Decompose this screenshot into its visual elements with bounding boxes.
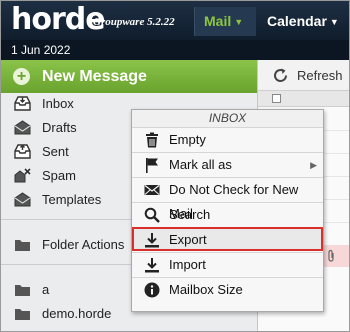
sidebar-item-label: demo.horde [42, 306, 112, 321]
chevron-down-icon: ▼ [329, 17, 339, 27]
tab-calendar[interactable]: Calendar ▼ [258, 7, 349, 36]
new-message-button[interactable]: + New Message [1, 60, 257, 93]
menu-item-label: Mailbox Size [169, 282, 243, 297]
version-label: Groupware 5.2.22 [93, 16, 175, 28]
sidebar-item-label: a [42, 282, 50, 297]
menu-item-mailbox-size[interactable]: Mailbox Size [132, 277, 323, 301]
sidebar-item-label: Drafts [42, 120, 77, 135]
current-date: 1 Jun 2022 [11, 43, 71, 57]
menu-item-label: Empty [169, 132, 206, 147]
menu-item-label: Search [169, 207, 211, 222]
refresh-icon [274, 68, 287, 82]
sent-icon [14, 144, 31, 159]
flag-icon [146, 158, 158, 173]
select-all-checkbox[interactable] [272, 94, 281, 103]
trash-icon [146, 132, 158, 148]
plus-icon: + [13, 68, 30, 85]
menu-item-empty[interactable]: Empty [132, 127, 323, 151]
tab-mail[interactable]: Mail ▼ [194, 7, 256, 36]
horde-logo[interactable]: horde [11, 3, 106, 37]
top-header: horde Groupware 5.2.22 Mail ▼ Calendar ▼ [1, 1, 349, 40]
folder-icon [15, 309, 30, 320]
chevron-right-icon: ▶ [310, 160, 317, 170]
envelope-icon [144, 185, 160, 195]
inbox-icon [14, 96, 31, 111]
tab-calendar-label: Calendar [267, 13, 327, 29]
folder-icon [15, 285, 30, 296]
new-message-label: New Message [42, 68, 147, 85]
drafts-icon [14, 120, 31, 135]
list-header [258, 91, 349, 107]
menu-item-search[interactable]: Search [132, 202, 323, 226]
tab-mail-label: Mail [204, 13, 232, 29]
menu-item-label: Export [169, 232, 207, 247]
date-bar: 1 Jun 2022 [1, 40, 349, 60]
paperclip-icon [328, 249, 334, 262]
menu-item-export[interactable]: Export [132, 227, 323, 251]
menu-item-label: Mark all as [169, 157, 232, 172]
info-icon [144, 282, 160, 298]
folder-actions-label: Folder Actions [42, 237, 125, 252]
sidebar-item-label: Spam [42, 168, 76, 183]
menu-item-label: Import [169, 257, 206, 272]
sidebar-item-label: Inbox [42, 96, 74, 111]
menu-item-import[interactable]: Import [132, 252, 323, 276]
sidebar-item-label: Templates [42, 192, 102, 207]
refresh-button[interactable]: Refresh [258, 60, 349, 91]
folder-icon [15, 240, 30, 251]
import-icon [145, 258, 159, 273]
refresh-label: Refresh [297, 68, 343, 83]
menu-item-do-not-check[interactable]: Do Not Check for New Mail [132, 177, 323, 221]
context-menu-title: INBOX [132, 110, 323, 127]
mailbox-context-menu: INBOX Empty Mark all as ▶ Do Not Check f… [131, 109, 324, 312]
chevron-down-icon: ▼ [234, 17, 244, 27]
app-window: horde Groupware 5.2.22 Mail ▼ Calendar ▼ 1… [0, 0, 350, 332]
templates-icon [14, 192, 31, 207]
spam-icon [14, 168, 31, 183]
sidebar-item-label: Sent [42, 144, 69, 159]
download-icon [145, 233, 159, 248]
search-icon [144, 207, 160, 223]
menu-item-mark-all-as[interactable]: Mark all as ▶ [132, 152, 323, 176]
